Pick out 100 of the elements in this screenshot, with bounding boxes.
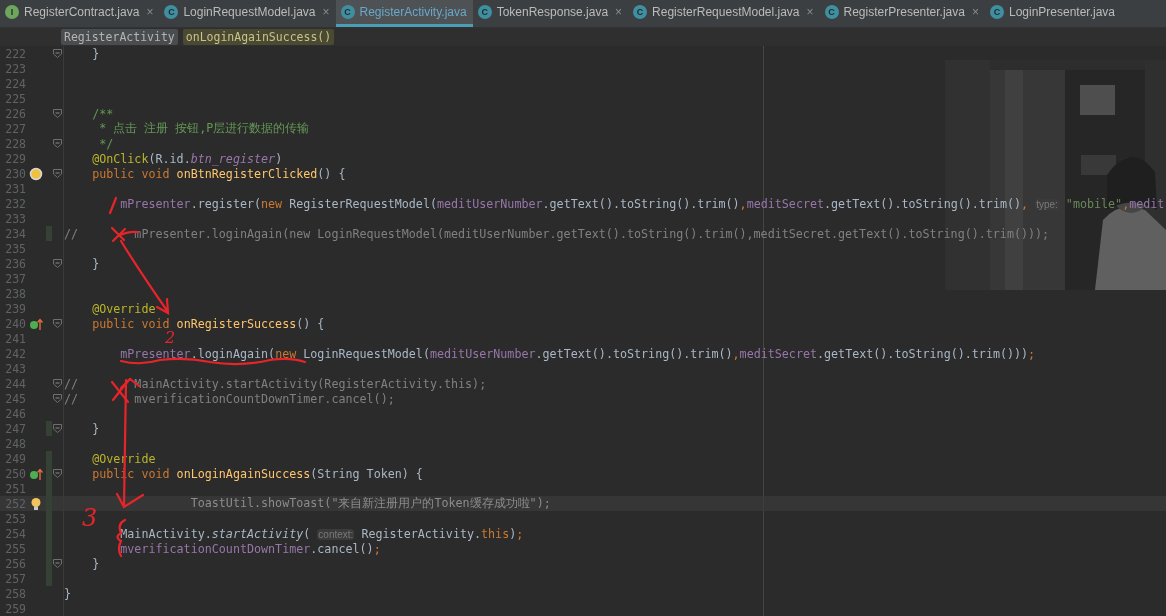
line-number: 254 <box>4 526 26 541</box>
line-number: 246 <box>4 406 26 421</box>
tab-label: RegisterActivity.java <box>359 5 467 19</box>
line-number: 255 <box>4 541 26 556</box>
file-type-icon: C <box>477 5 492 19</box>
line-number: 259 <box>4 601 26 616</box>
close-icon[interactable]: × <box>146 5 154 19</box>
close-icon[interactable]: × <box>971 5 979 19</box>
line-number: 243 <box>4 361 26 376</box>
file-type-icon: C <box>824 5 839 19</box>
code-line: } <box>91 421 100 436</box>
line-number: 224 <box>4 76 26 91</box>
file-type-icon: C <box>340 5 355 19</box>
line-number: 229 <box>4 151 26 166</box>
lightbulb-icon <box>29 496 43 511</box>
code-line: @OnClick(R.id.btn_register) <box>91 151 283 166</box>
line-number: 247 <box>4 421 26 436</box>
handwritten-number: 3 <box>82 506 98 530</box>
line-number: 228 <box>4 136 26 151</box>
line-number: 251 <box>4 481 26 496</box>
code-line: mverificationCountDownTimer.cancel(); <box>119 541 381 556</box>
code-line: mPresenter.loginAgain(new LoginRequestModel(meditUserNumber.getText().toString().trim(),meditSecret.getText().toString().trim())); <box>119 346 1036 361</box>
close-icon[interactable]: × <box>322 5 330 19</box>
file-tab[interactable]: C RegisterPresenter.java × <box>819 0 985 27</box>
line-number: 230 <box>4 166 26 181</box>
tab-label: TokenResponse.java <box>496 5 609 19</box>
file-type-icon: I <box>5 5 19 19</box>
line-number: 236 <box>4 256 26 271</box>
line-number: 234 <box>4 226 26 241</box>
code-line: * 点击 注册 按钮,P层进行数据的传输 <box>98 121 310 136</box>
code-line: } <box>64 586 72 601</box>
code-line: // mverificationCountDownTimer.cancel(); <box>64 391 395 406</box>
line-number: 248 <box>4 436 26 451</box>
line-number: 232 <box>4 196 26 211</box>
line-number: 256 <box>4 556 26 571</box>
line-number: 245 <box>4 391 26 406</box>
code-line: MainActivity.startActivity( context: RegisterActivity.this); <box>119 526 524 541</box>
file-type-icon: C <box>633 5 648 19</box>
code-line: /** <box>91 106 114 121</box>
line-number: 241 <box>4 331 26 346</box>
file-tab[interactable]: C LoginPresenter.java <box>984 0 1122 27</box>
code-line: public void onBtnRegisterClicked() { <box>91 166 346 181</box>
close-icon[interactable]: × <box>806 5 814 19</box>
fold-icon[interactable] <box>53 109 62 118</box>
code-line: public void onRegisterSuccess() { <box>91 316 325 331</box>
file-type-icon: C <box>164 5 179 19</box>
breadcrumb-item[interactable]: RegisterActivity <box>61 29 178 45</box>
file-tab[interactable]: C LoginRequestModel.java × <box>159 0 336 27</box>
code-line: @Override <box>91 301 156 316</box>
tab-label: RegisterContract.java <box>24 5 140 19</box>
fold-icon[interactable] <box>53 379 62 388</box>
line-number: 238 <box>4 286 26 301</box>
handwritten-number: 2 <box>165 330 176 346</box>
fold-icon[interactable] <box>53 469 62 478</box>
tab-label: LoginPresenter.java <box>1008 5 1116 19</box>
tab-label: RegisterPresenter.java <box>843 5 965 19</box>
code-line: ToastUtil.showToast("来自新注册用户的Token缓存成功啦"); <box>189 496 551 511</box>
tab-label: RegisterRequestModel.java <box>652 5 800 19</box>
line-number: 239 <box>4 301 26 316</box>
line-number: 225 <box>4 91 26 106</box>
fold-icon[interactable] <box>53 559 62 568</box>
line-number: 235 <box>4 241 26 256</box>
line-number: 244 <box>4 376 26 391</box>
fold-icon[interactable] <box>53 49 62 58</box>
line-number: 223 <box>4 61 26 76</box>
override-icon <box>29 316 43 331</box>
fold-icon[interactable] <box>53 319 62 328</box>
file-tab[interactable]: C RegisterRequestModel.java × <box>628 0 820 27</box>
code-line: } <box>91 46 100 61</box>
code-line: } <box>91 256 100 271</box>
close-icon[interactable]: × <box>615 5 623 19</box>
line-number: 227 <box>4 121 26 136</box>
breakpoint-icon <box>29 166 43 181</box>
line-number: 250 <box>4 466 26 481</box>
file-tab[interactable]: C RegisterActivity.java <box>335 0 473 27</box>
code-line: */ <box>98 136 114 151</box>
fold-icon[interactable] <box>53 169 62 178</box>
line-number: 257 <box>4 571 26 586</box>
line-number: 237 <box>4 271 26 286</box>
line-number: 242 <box>4 346 26 361</box>
line-number: 240 <box>4 316 26 331</box>
line-number: 253 <box>4 511 26 526</box>
tab-label: LoginRequestModel.java <box>183 5 316 19</box>
file-tab[interactable]: I RegisterContract.java × <box>0 0 160 27</box>
code-line: // mPresenter.loginAgain(new LoginRequestModel(meditUserNumber.getText().toString().trim(),meditSecret.getText().toString().trim())); <box>64 226 1050 241</box>
fold-icon[interactable] <box>53 139 62 148</box>
line-number: 249 <box>4 451 26 466</box>
override-icon <box>29 466 43 481</box>
fold-icon[interactable] <box>53 259 62 268</box>
line-number: 226 <box>4 106 26 121</box>
fold-icon[interactable] <box>53 394 62 403</box>
line-number: 258 <box>4 586 26 601</box>
code-line: } <box>91 556 100 571</box>
file-tab[interactable]: C TokenResponse.java × <box>472 0 629 27</box>
line-number: 222 <box>4 46 26 61</box>
line-number: 231 <box>4 181 26 196</box>
breadcrumb-item[interactable]: onLoginAgainSuccess() <box>182 29 335 45</box>
line-number: 233 <box>4 211 26 226</box>
fold-icon[interactable] <box>53 424 62 433</box>
code-line: mPresenter.register(new RegisterRequestModel(meditUserNumber.getText().toString().trim(),meditSecret.getText().toString().trim(), type: "mobile",medit <box>119 196 1165 211</box>
